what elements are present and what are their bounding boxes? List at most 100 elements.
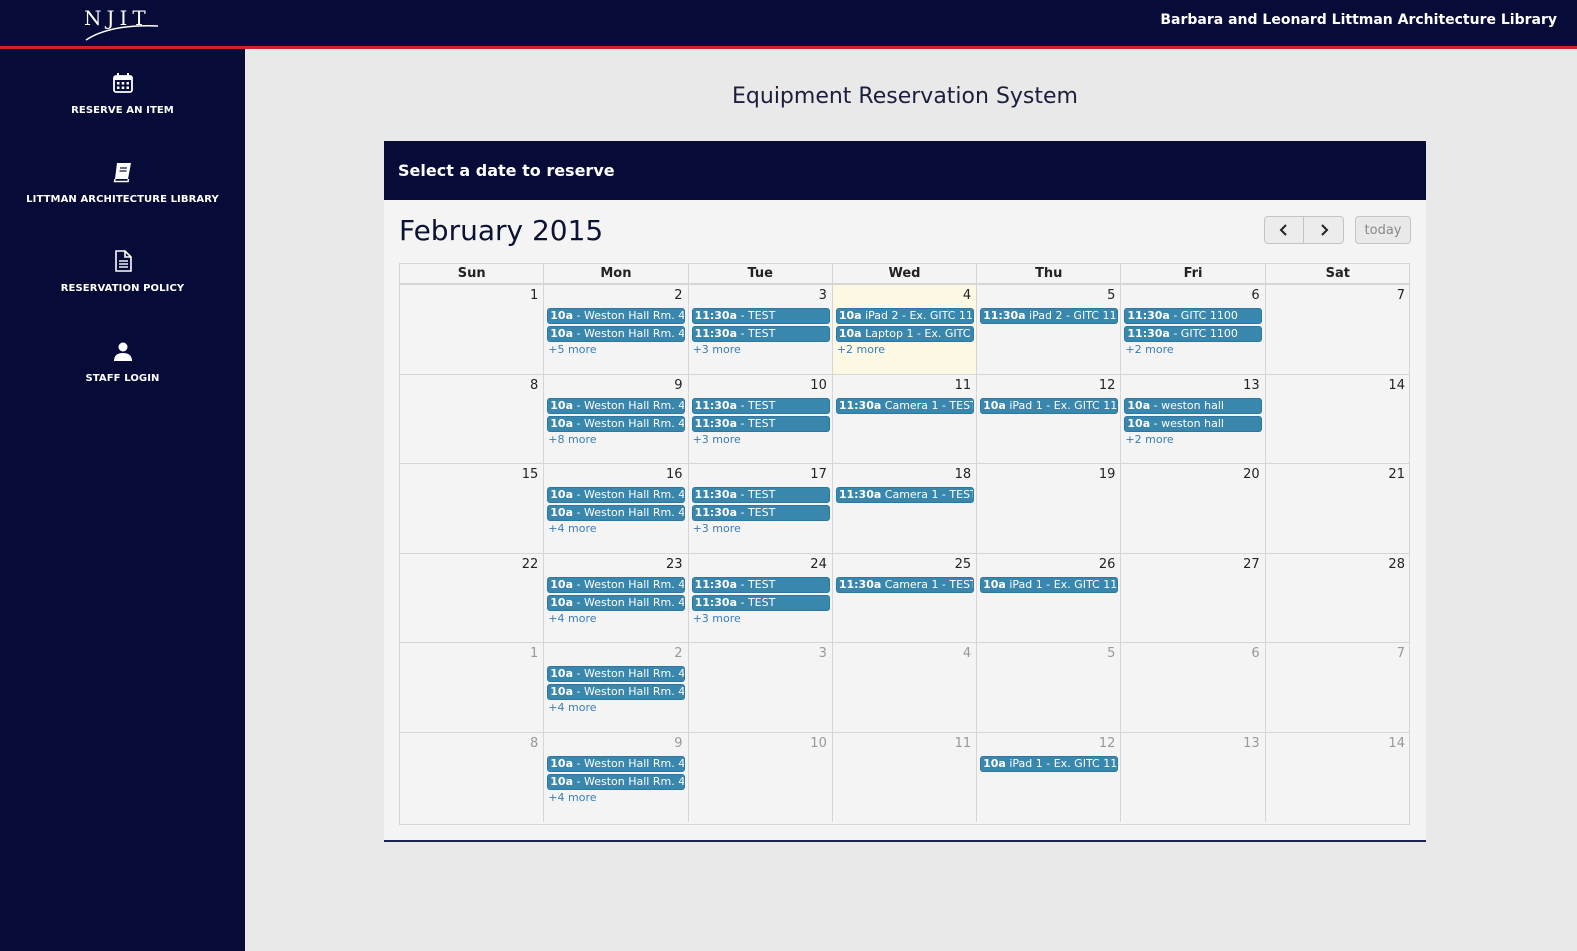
calendar-event[interactable]: 11:30a Camera 1 - TEST	[835, 576, 974, 593]
more-events-link[interactable]: +2 more	[1124, 433, 1262, 446]
calendar-event[interactable]: 11:30a - TEST	[691, 505, 830, 522]
calendar-event[interactable]: 10a - Weston Hall Rm. 4	[547, 505, 686, 522]
day-number[interactable]: 9	[674, 736, 682, 751]
calendar-day-cell[interactable]: 9 10a - Weston Hall Rm. 4 10a - Weston Hal…	[544, 374, 689, 464]
calendar-day-cell[interactable]: 11	[833, 733, 978, 822]
calendar-event[interactable]: 11:30a - TEST	[691, 397, 830, 414]
calendar-event[interactable]: 11:30a - TEST	[691, 594, 830, 611]
calendar-day-cell[interactable]: 5	[977, 643, 1122, 732]
more-events-link[interactable]: +4 more	[547, 612, 685, 625]
calendar-event[interactable]: 10a iPad 2 - Ex. GITC 1100	[835, 308, 974, 324]
day-number[interactable]: 24	[810, 557, 827, 572]
day-number[interactable]: 18	[955, 467, 972, 482]
calendar-event[interactable]: 11:30a Camera 1 - TEST	[835, 487, 974, 504]
more-events-link[interactable]: +3 more	[692, 343, 830, 356]
calendar-event[interactable]: 10a - Weston Hall Rm. 4	[547, 774, 686, 790]
calendar-event[interactable]: 10a - weston hall	[1124, 397, 1263, 414]
day-number[interactable]: 10	[810, 736, 827, 751]
day-number[interactable]: 3	[819, 288, 827, 303]
calendar-day-cell[interactable]: 18 11:30a Camera 1 - TEST	[833, 464, 978, 553]
calendar-day-cell[interactable]: 3 11:30a - TEST 11:30a - TEST +3 more	[689, 285, 833, 374]
day-number[interactable]: 4	[963, 646, 971, 661]
day-number[interactable]: 7	[1397, 646, 1405, 661]
calendar-day-cell[interactable]: 26 10a iPad 1 - Ex. GITC 1100	[977, 553, 1122, 643]
calendar-day-cell[interactable]: 7	[1266, 643, 1410, 732]
calendar-day-cell[interactable]: 19	[977, 464, 1122, 553]
more-events-link[interactable]: +4 more	[547, 522, 685, 535]
calendar-day-cell[interactable]: 11 11:30a Camera 1 - TEST	[833, 374, 978, 464]
day-number[interactable]: 1	[530, 288, 538, 303]
calendar-event[interactable]: 10a - weston hall	[1124, 415, 1263, 432]
day-number[interactable]: 5	[1107, 288, 1115, 303]
calendar-day-cell[interactable]: 1	[400, 285, 545, 374]
calendar-event[interactable]: 10a - Weston Hall Rm. 4	[547, 576, 686, 593]
calendar-day-cell[interactable]: 13	[1121, 733, 1266, 822]
calendar-day-cell[interactable]: 12 10a iPad 1 - Ex. GITC 1100	[977, 733, 1122, 822]
day-number[interactable]: 13	[1243, 378, 1260, 393]
calendar-day-cell[interactable]: 24 11:30a - TEST 11:30a - TEST +3 more	[689, 553, 833, 643]
day-number[interactable]: 12	[1099, 736, 1116, 751]
calendar-day-cell[interactable]: 23 10a - Weston Hall Rm. 4 10a - Weston Ha…	[544, 553, 689, 643]
calendar-day-cell[interactable]: 10	[689, 733, 833, 822]
calendar-event[interactable]: 11:30a - TEST	[691, 415, 830, 432]
calendar-day-cell[interactable]: 1	[400, 643, 545, 732]
njit-logo[interactable]: NJIT	[80, 2, 162, 44]
calendar-event[interactable]: 10a - Weston Hall Rm. 4	[547, 594, 686, 611]
calendar-day-cell[interactable]: 6	[1121, 643, 1266, 732]
day-number[interactable]: 7	[1397, 288, 1405, 303]
calendar-day-cell[interactable]: 25 11:30a Camera 1 - TEST	[833, 553, 978, 643]
next-month-button[interactable]	[1304, 216, 1344, 244]
day-number[interactable]: 16	[666, 467, 683, 482]
calendar-day-cell[interactable]: 20	[1121, 464, 1266, 553]
calendar-day-cell[interactable]: 10 11:30a - TEST 11:30a - TEST +3 more	[689, 374, 833, 464]
more-events-link[interactable]: +2 more	[836, 343, 974, 356]
calendar-event[interactable]: 11:30a iPad 2 - GITC 1100	[980, 308, 1119, 324]
day-number[interactable]: 11	[955, 736, 972, 751]
day-number[interactable]: 17	[810, 467, 827, 482]
calendar-day-cell[interactable]: 3	[689, 643, 833, 732]
day-number[interactable]: 10	[810, 378, 827, 393]
calendar-event[interactable]: 10a iPad 1 - Ex. GITC 1100	[980, 756, 1119, 772]
calendar-event[interactable]: 10a iPad 1 - Ex. GITC 1100	[980, 576, 1119, 593]
calendar-day-cell[interactable]: 8	[400, 374, 545, 464]
day-number[interactable]: 1	[530, 646, 538, 661]
more-events-link[interactable]: +3 more	[692, 612, 830, 625]
day-number[interactable]: 3	[819, 646, 827, 661]
calendar-event[interactable]: 10a - Weston Hall Rm. 4	[547, 666, 686, 683]
calendar-day-cell[interactable]: 17 11:30a - TEST 11:30a - TEST +3 more	[689, 464, 833, 553]
calendar-event[interactable]: 11:30a - TEST	[691, 576, 830, 593]
calendar-event[interactable]: 10a - Weston Hall Rm. 4	[547, 308, 686, 324]
day-number[interactable]: 26	[1099, 557, 1116, 572]
day-number[interactable]: 22	[522, 557, 539, 572]
day-number[interactable]: 27	[1243, 557, 1260, 572]
calendar-day-cell[interactable]: 15	[400, 464, 545, 553]
calendar-event[interactable]: 11:30a - TEST	[691, 487, 830, 504]
sidebar-item-littman-library[interactable]: LITTMAN ARCHITECTURE LIBRARY	[0, 160, 245, 230]
calendar-day-cell[interactable]: 8	[400, 733, 545, 822]
day-number[interactable]: 11	[955, 378, 972, 393]
day-number[interactable]: 20	[1243, 467, 1260, 482]
more-events-link[interactable]: +5 more	[547, 343, 685, 356]
more-events-link[interactable]: +2 more	[1124, 343, 1262, 356]
more-events-link[interactable]: +3 more	[692, 522, 830, 535]
calendar-event[interactable]: 10a iPad 1 - Ex. GITC 1100	[980, 397, 1119, 414]
calendar-day-cell[interactable]: 27	[1121, 553, 1266, 643]
day-number[interactable]: 23	[666, 557, 683, 572]
sidebar-item-reserve-an-item[interactable]: RESERVE AN ITEM	[0, 71, 245, 141]
day-number[interactable]: 9	[674, 378, 682, 393]
sidebar-item-staff-login[interactable]: STAFF LOGIN	[0, 339, 245, 409]
calendar-event[interactable]: 11:30a Camera 1 - TEST	[835, 397, 974, 414]
calendar-event[interactable]: 11:30a - TEST	[691, 326, 830, 342]
more-events-link[interactable]: +3 more	[692, 433, 830, 446]
calendar-day-cell[interactable]: 21	[1266, 464, 1410, 553]
prev-month-button[interactable]	[1264, 216, 1304, 244]
calendar-event[interactable]: 11:30a - TEST	[691, 308, 830, 324]
calendar-day-cell[interactable]: 410a iPad 2 - Ex. GITC 110010a Laptop 1 …	[832, 285, 978, 374]
calendar-day-cell[interactable]: 2 10a - Weston Hall Rm. 4 10a - Weston Hal…	[544, 643, 689, 732]
sidebar-item-reservation-policy[interactable]: RESERVATION POLICY	[0, 249, 245, 319]
calendar-day-cell[interactable]: 28	[1266, 554, 1410, 643]
day-number[interactable]: 6	[1251, 646, 1259, 661]
calendar-event[interactable]: 11:30a - GITC 1100	[1124, 326, 1263, 342]
more-events-link[interactable]: +4 more	[547, 791, 685, 804]
today-button[interactable]: today	[1355, 216, 1411, 244]
